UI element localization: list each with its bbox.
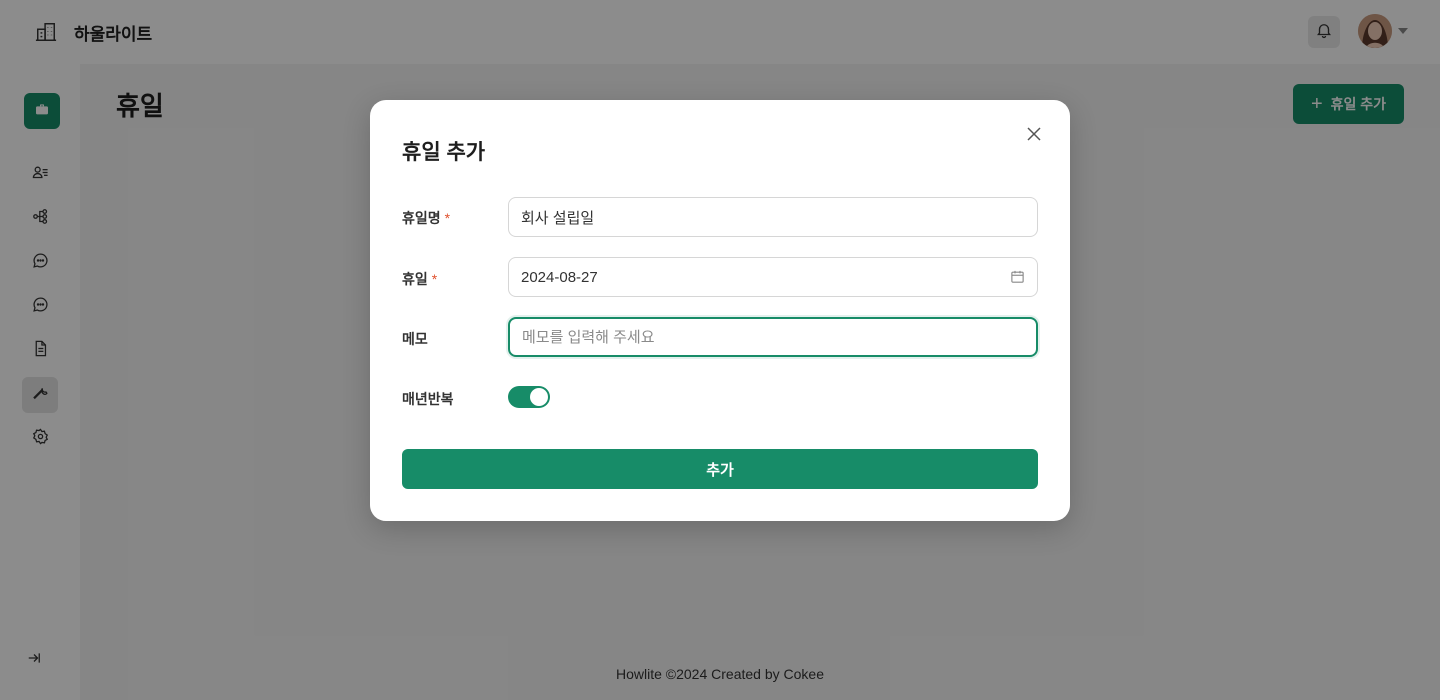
holiday-name-label: 휴일명 * <box>402 208 450 228</box>
memo-input[interactable] <box>508 317 1038 357</box>
holiday-date-label: 휴일 * <box>402 269 437 289</box>
calendar-icon[interactable] <box>1010 269 1025 288</box>
memo-label: 메모 <box>402 331 428 347</box>
holiday-date-picker[interactable]: 2024-08-27 <box>508 257 1038 297</box>
repeat-yearly-toggle[interactable] <box>508 386 550 408</box>
holiday-name-input[interactable] <box>508 197 1038 237</box>
holiday-date-value: 2024-08-27 <box>521 268 598 286</box>
submit-button[interactable]: 추가 <box>402 449 1038 489</box>
holiday-date-label-text: 휴일 <box>402 271 428 287</box>
close-button[interactable] <box>1022 124 1046 148</box>
holiday-name-label-text: 휴일명 <box>402 210 441 226</box>
required-mark: * <box>431 271 438 287</box>
required-mark: * <box>444 210 451 226</box>
add-holiday-modal: 휴일 추가 휴일명* 휴일* 2024-08-27 메모 매년반복 추가 <box>370 100 1070 521</box>
modal-title: 휴일 추가 <box>402 141 486 164</box>
repeat-yearly-label: 매년반복 <box>402 391 454 407</box>
close-icon <box>1025 125 1043 148</box>
toggle-knob <box>530 388 548 406</box>
